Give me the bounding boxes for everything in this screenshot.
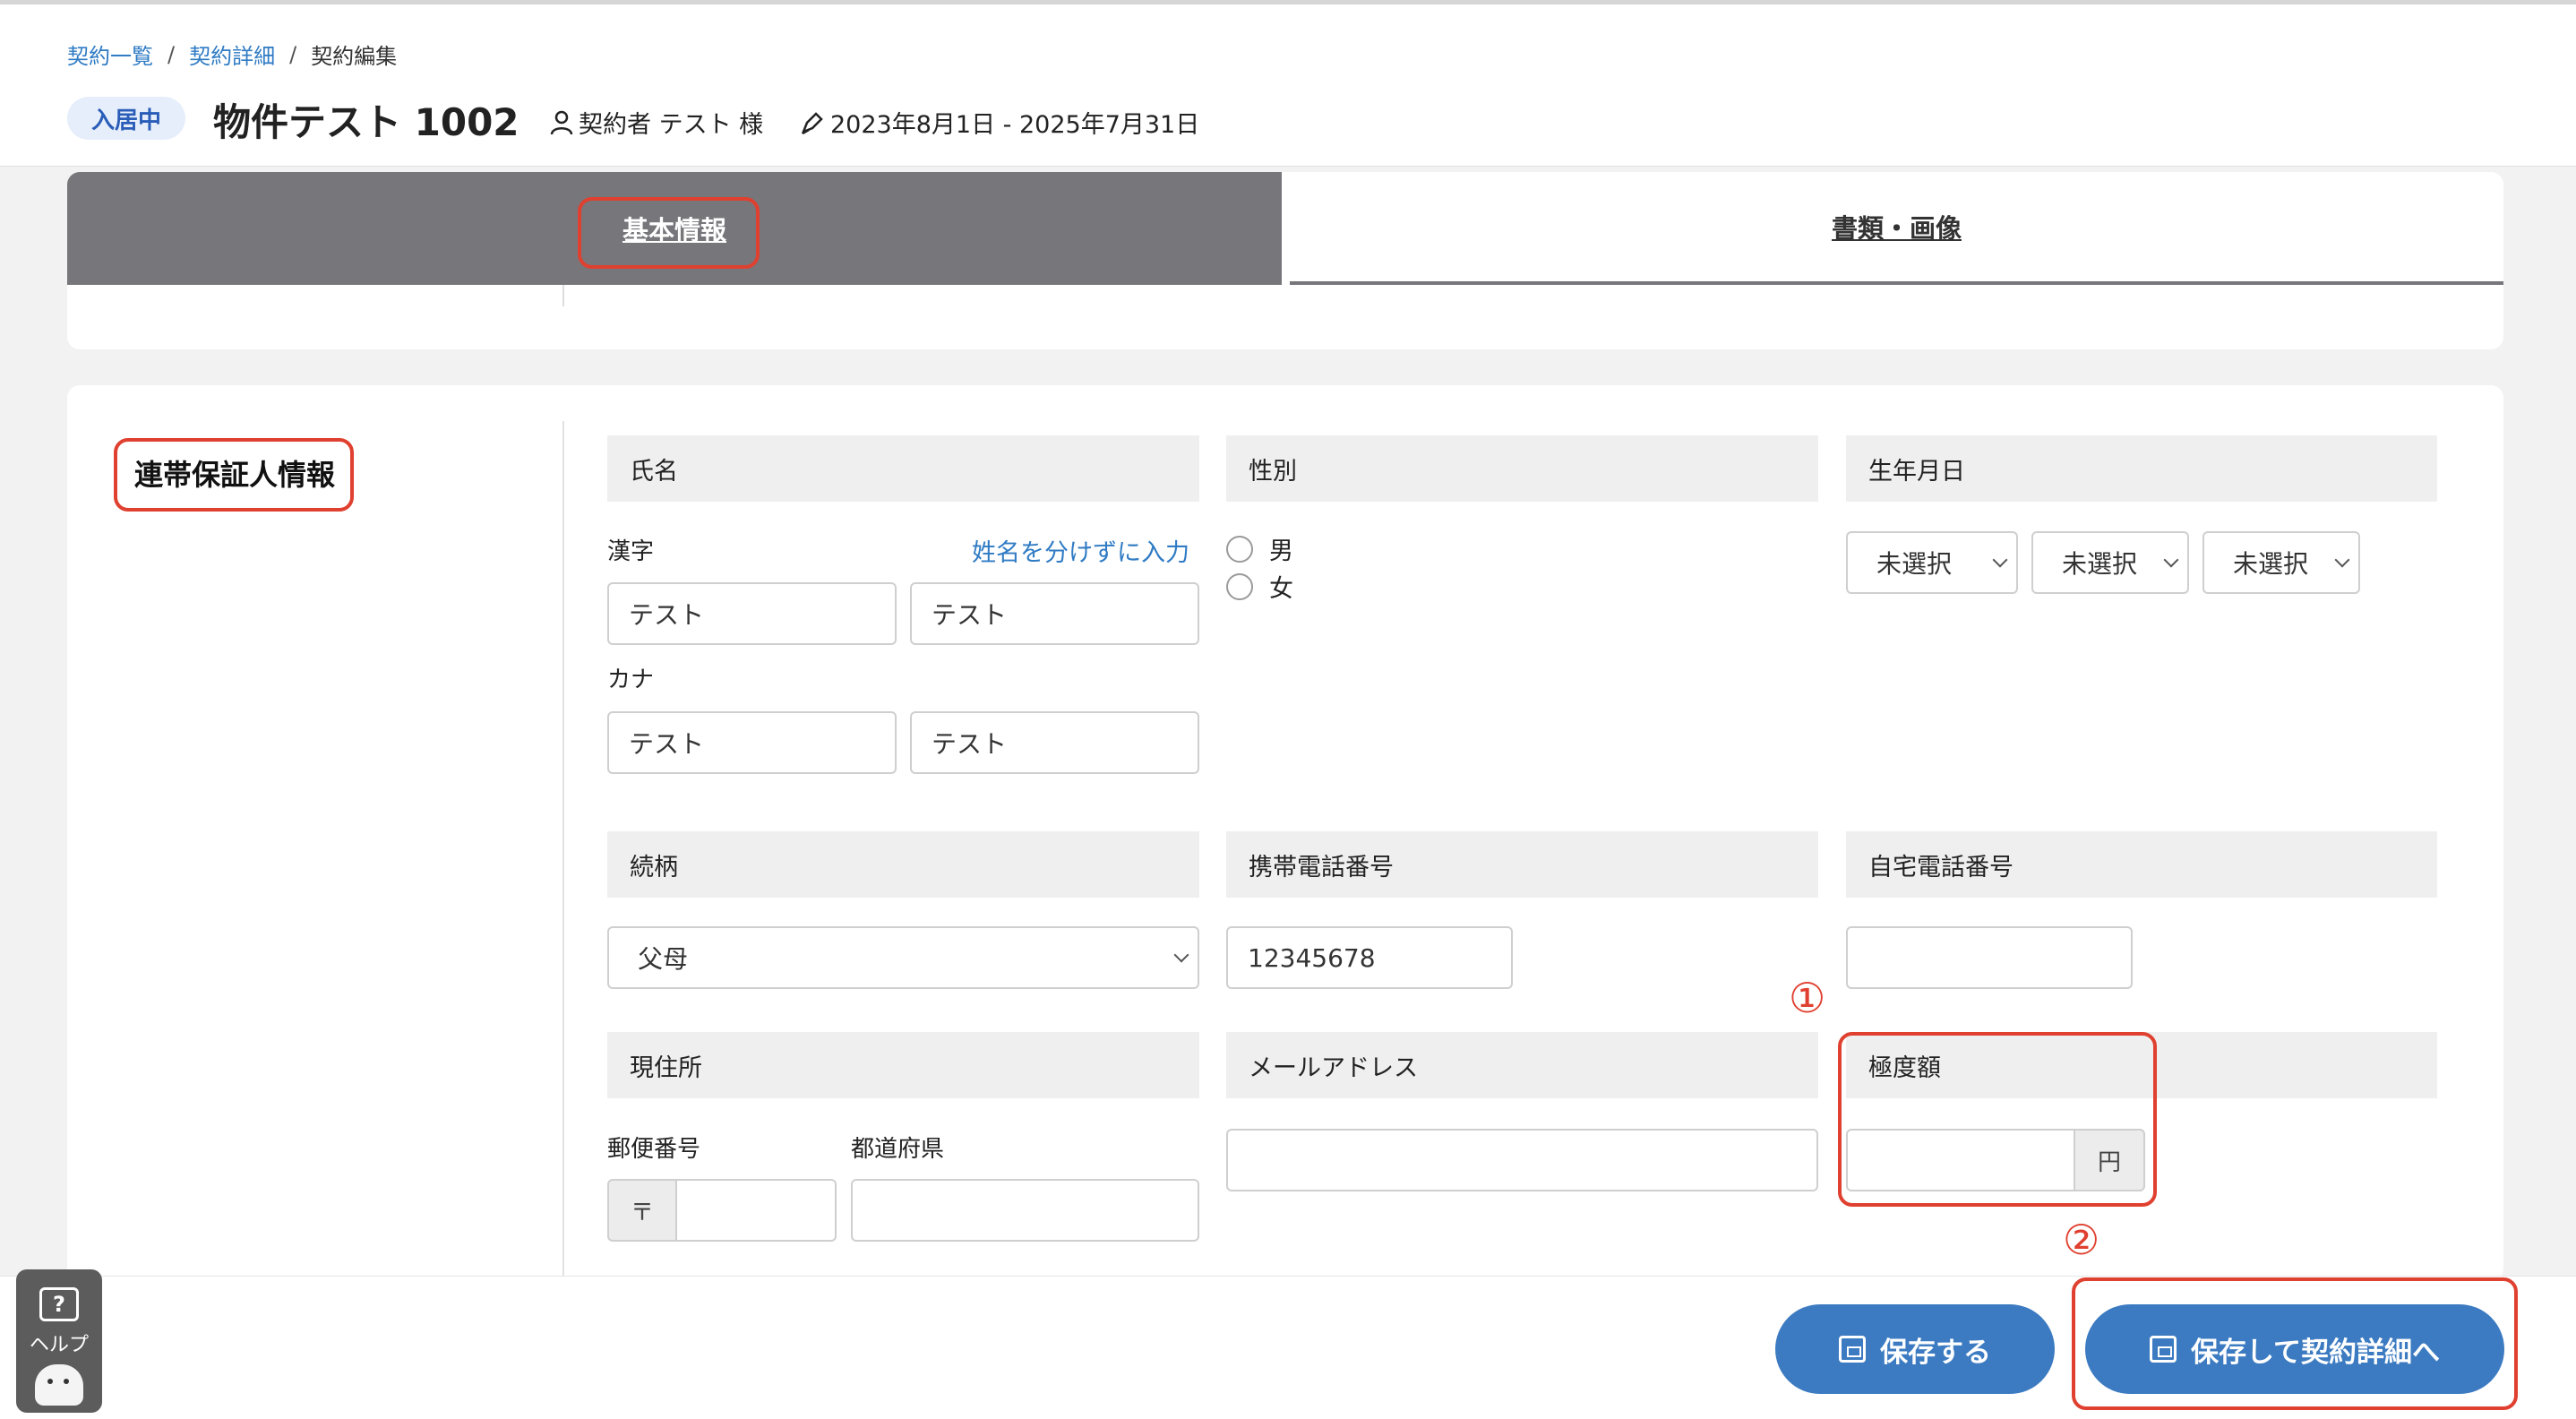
postal-code-label: 郵便番号 <box>607 1136 701 1163</box>
chevron-down-icon <box>1173 947 1189 963</box>
birth-month-value: 未選択 <box>2062 549 2138 579</box>
prefecture-input[interactable] <box>851 1179 1199 1242</box>
chevron-down-icon <box>2334 552 2350 568</box>
kana-first-name-input[interactable]: テスト <box>910 711 1199 774</box>
contractor-text: 契約者 テスト 様 <box>579 111 764 139</box>
period-text: 2023年8月1日 - 2025年7月31日 <box>830 111 1200 139</box>
page-header: 契約一覧 / 契約詳細 / 契約編集 入居中 物件テスト 1002 契約者 テス… <box>0 4 2576 167</box>
divider <box>562 421 564 1317</box>
annotation-box-limit-amount <box>1838 1032 2157 1207</box>
birth-year-select[interactable]: 未選択 <box>1846 531 2018 594</box>
kanji-label: 漢字 <box>607 538 655 565</box>
annotation-box-section-title <box>114 438 354 512</box>
postal-mark: 〒 <box>607 1179 677 1242</box>
kana-label: カナ <box>607 666 655 693</box>
chevron-down-icon <box>2163 552 2179 568</box>
pen-icon <box>801 111 823 134</box>
tab-documents[interactable]: 書類・画像 <box>1290 172 2503 285</box>
breadcrumb-separator: / <box>167 41 176 67</box>
gender-male-radio[interactable]: 男 <box>1226 531 1293 566</box>
mobile-input[interactable]: 12345678 <box>1226 926 1513 989</box>
save-icon <box>1839 1336 1866 1363</box>
save-button[interactable]: 保存する <box>1775 1304 2055 1394</box>
name-header: 氏名 <box>607 435 1199 502</box>
contractor-info: 契約者 テスト 様 <box>550 105 763 140</box>
breadcrumb: 契約一覧 / 契約詳細 / 契約編集 <box>67 39 397 70</box>
radio-circle-icon <box>1226 572 1253 600</box>
gender-female-label: 女 <box>1269 575 1293 603</box>
email-header: メールアドレス <box>1226 1032 1818 1098</box>
page-title: 物件テスト 1002 <box>213 100 519 144</box>
annotation-box-basic-tab <box>578 197 760 269</box>
save-button-label: 保存する <box>1880 1336 1991 1369</box>
gender-header: 性別 <box>1226 435 1818 502</box>
birthdate-header: 生年月日 <box>1846 435 2437 502</box>
breadcrumb-contract-detail[interactable]: 契約詳細 <box>189 39 275 70</box>
annotation-marker-2: ② <box>2063 1216 2100 1264</box>
birth-year-value: 未選択 <box>1876 549 1953 579</box>
mascot-icon <box>35 1364 83 1406</box>
email-input[interactable] <box>1226 1129 1818 1191</box>
person-icon <box>550 110 573 134</box>
breadcrumb-current: 契約編集 <box>311 44 398 69</box>
split-name-link[interactable]: 姓名を分けずに入力 <box>972 533 1189 568</box>
radio-circle-icon <box>1226 535 1253 563</box>
birth-day-value: 未選択 <box>2233 549 2309 579</box>
breadcrumb-separator: / <box>289 41 297 67</box>
postal-code-input[interactable] <box>675 1179 837 1242</box>
chevron-down-icon <box>1992 552 2008 568</box>
kana-last-name-input[interactable]: テスト <box>607 711 897 774</box>
contract-period: 2023年8月1日 - 2025年7月31日 <box>800 105 1199 140</box>
mobile-header: 携帯電話番号 <box>1226 831 1818 898</box>
help-icon: ? <box>39 1287 79 1321</box>
annotation-box-save-detail <box>2072 1277 2518 1410</box>
home-phone-input[interactable] <box>1846 926 2133 989</box>
help-widget[interactable]: ? ヘルプ <box>16 1269 102 1413</box>
relationship-header: 続柄 <box>607 831 1199 898</box>
birth-month-select[interactable]: 未選択 <box>2031 531 2189 594</box>
home-phone-header: 自宅電話番号 <box>1846 831 2437 898</box>
annotation-marker-1: ① <box>1789 974 1826 1022</box>
divider <box>562 285 564 306</box>
gender-male-label: 男 <box>1269 538 1293 565</box>
kanji-first-name-input[interactable]: テスト <box>910 582 1199 645</box>
prefecture-label: 都道府県 <box>851 1136 945 1163</box>
gender-female-radio[interactable]: 女 <box>1226 569 1293 604</box>
relationship-select[interactable]: 父母 <box>607 926 1199 989</box>
tab-card: 基本情報 書類・画像 <box>67 172 2503 349</box>
address-header: 現住所 <box>607 1032 1199 1098</box>
help-label: ヘルプ <box>29 1334 89 1356</box>
status-badge: 入居中 <box>67 97 185 140</box>
relationship-value: 父母 <box>638 944 689 974</box>
breadcrumb-contract-list[interactable]: 契約一覧 <box>67 39 153 70</box>
tab-documents-label: 書類・画像 <box>1831 213 1962 244</box>
kanji-last-name-input[interactable]: テスト <box>607 582 897 645</box>
birth-day-select[interactable]: 未選択 <box>2202 531 2360 594</box>
